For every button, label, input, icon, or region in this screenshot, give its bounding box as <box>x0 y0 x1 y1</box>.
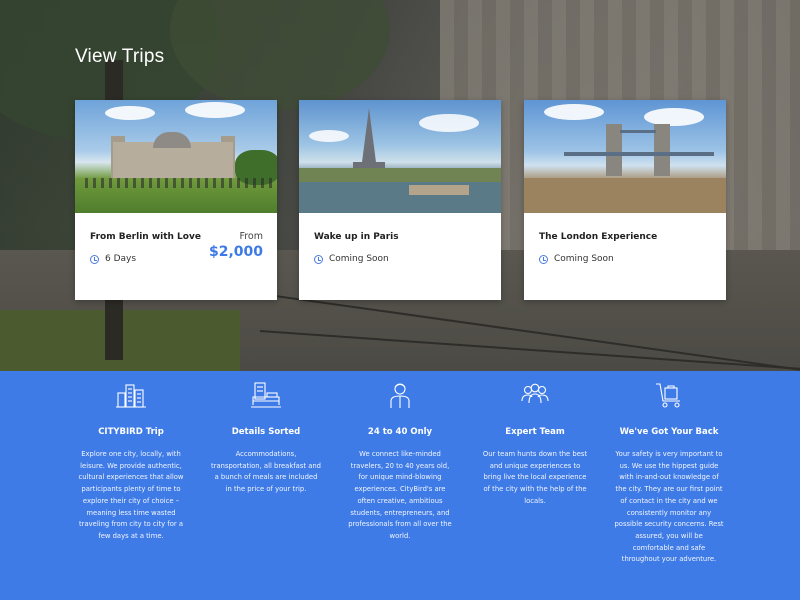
trip-card-berlin[interactable]: From Berlin with Love 6 Days From $2,000 <box>75 100 277 300</box>
section-title: View Trips <box>75 46 165 67</box>
trip-duration: 6 Days <box>90 254 136 264</box>
hero-background-tree <box>170 0 390 110</box>
luggage-cart-icon <box>656 383 680 408</box>
hero-section: View Trips From Berlin with Love 6 Days … <box>0 0 800 371</box>
feature-title: 24 to 40 Only <box>367 427 433 437</box>
trip-name[interactable]: The London Experience <box>539 232 657 242</box>
team-icon <box>521 383 549 404</box>
feature-details-sorted: Details Sorted Accommodations, transport… <box>211 371 321 496</box>
trip-photo-london[interactable] <box>524 100 726 213</box>
clock-icon <box>539 254 548 264</box>
trip-price: $2,000 <box>208 244 263 260</box>
trip-duration: Coming Soon <box>539 254 614 264</box>
trip-duration-text: Coming Soon <box>554 254 614 264</box>
trip-photo-paris[interactable] <box>299 100 501 213</box>
feature-age-range: 24 to 40 Only We connect like-minded tra… <box>345 371 455 543</box>
city-buildings-icon <box>116 384 146 408</box>
trip-name[interactable]: Wake up in Paris <box>314 232 399 242</box>
feature-title: We've Got Your Back <box>619 427 719 437</box>
price-from-label: From <box>239 231 263 242</box>
feature-safety: We've Got Your Back Your safety is very … <box>614 371 724 566</box>
trip-card-london[interactable]: The London Experience Coming Soon <box>524 100 726 300</box>
feature-description: Our team hunts down the best and unique … <box>482 450 588 505</box>
feature-description: Accommodations, transportation, all brea… <box>211 450 321 494</box>
trip-card-paris[interactable]: Wake up in Paris Coming Soon <box>299 100 501 300</box>
feature-title: CITYBIRD Trip <box>98 427 164 437</box>
trip-duration-text: 6 Days <box>105 254 137 264</box>
trip-photo-berlin[interactable] <box>75 100 277 213</box>
clock-icon <box>314 254 323 264</box>
feature-citybird-trip: CITYBIRD Trip Explore one city, locally,… <box>76 371 186 543</box>
feature-title: Expert Team <box>505 427 565 437</box>
trip-name[interactable]: From Berlin with Love <box>90 232 201 242</box>
trip-duration-text: Coming Soon <box>329 254 389 264</box>
feature-description: Your safety is very important to us. We … <box>614 450 724 564</box>
trip-duration: Coming Soon <box>314 254 389 264</box>
features-section: CITYBIRD Trip Explore one city, locally,… <box>0 371 800 600</box>
hotel-bed-icon <box>251 382 281 408</box>
feature-expert-team: Expert Team Our team hunts down the best… <box>480 371 590 508</box>
clock-icon <box>90 254 99 264</box>
feature-description: We connect like-minded travelers, 20 to … <box>348 450 452 540</box>
feature-title: Details Sorted <box>231 427 301 437</box>
person-icon <box>390 383 410 408</box>
feature-description: Explore one city, locally, with leisure.… <box>78 450 184 540</box>
